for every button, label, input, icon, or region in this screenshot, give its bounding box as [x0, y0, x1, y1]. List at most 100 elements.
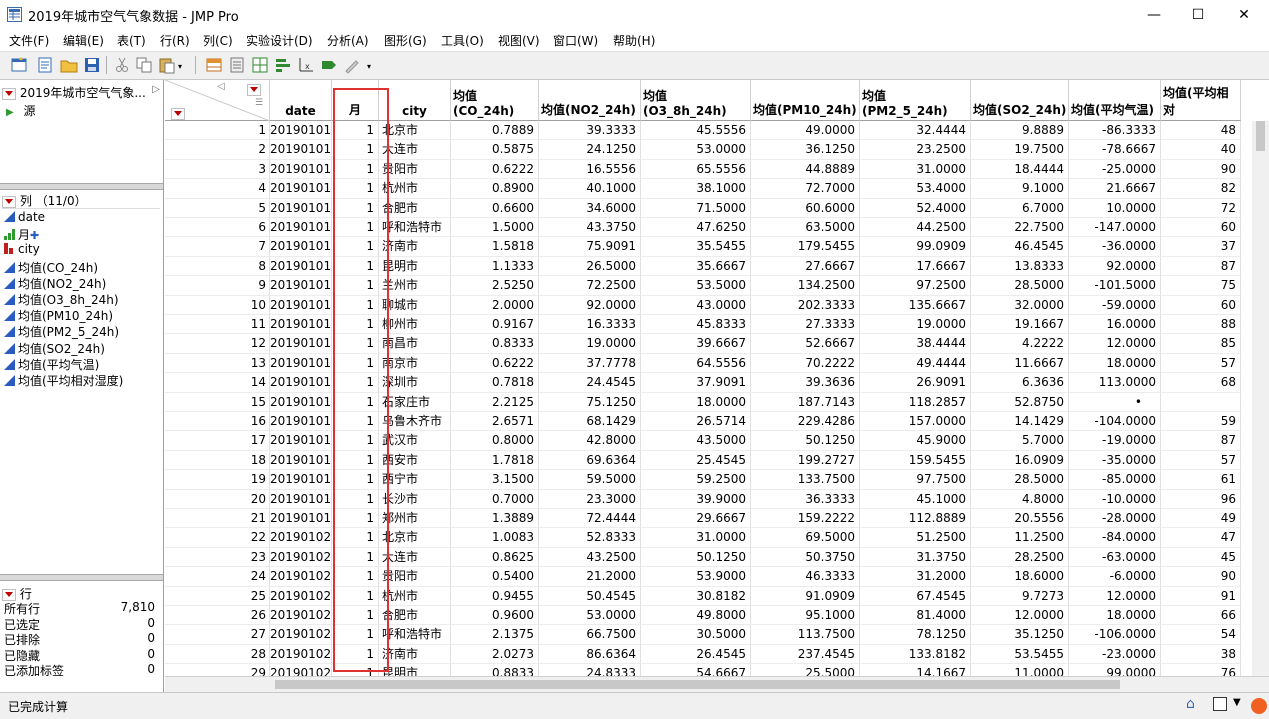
table-cell[interactable]: 1	[332, 567, 379, 587]
table-cell[interactable]: 44.8889	[751, 159, 860, 180]
table-cell[interactable]: 86.6364	[539, 644, 641, 665]
row-number[interactable]: 23	[165, 547, 270, 568]
table-cell[interactable]: 47	[1161, 528, 1241, 548]
graph-builder-icon[interactable]	[343, 56, 361, 74]
table-cell[interactable]: 12.0000	[1069, 586, 1161, 606]
table-cell[interactable]: 18.4444	[971, 159, 1069, 180]
table-cell[interactable]: 1	[332, 295, 379, 315]
table-cell[interactable]: -86.3333	[1069, 121, 1161, 141]
table-cell[interactable]: 157.0000	[860, 412, 971, 432]
table-cell[interactable]: 31.0000	[860, 159, 971, 180]
table-cell[interactable]: 63.5000	[751, 218, 860, 238]
column-header[interactable]: 均值(SO2_24h)	[971, 80, 1069, 121]
table-cell[interactable]: 18.6000	[971, 567, 1069, 587]
table-cell[interactable]: 65.5556	[641, 159, 751, 180]
table-cell[interactable]: -10.0000	[1069, 489, 1161, 509]
table-cell[interactable]: 20190101	[270, 140, 332, 160]
table-cell[interactable]	[1161, 392, 1241, 412]
table-cell[interactable]: 159.5455	[860, 450, 971, 471]
table-cell[interactable]: 135.6667	[860, 295, 971, 315]
table-cell[interactable]: 133.8182	[860, 644, 971, 665]
table-cell[interactable]: 乌鲁木齐市	[379, 412, 451, 432]
copy-icon[interactable]	[135, 56, 153, 74]
table-cell[interactable]: 39.3636	[751, 373, 860, 393]
table-cell[interactable]: 51.2500	[860, 528, 971, 548]
columns-panel-header[interactable]: 列 （11/0）	[2, 192, 160, 209]
table-cell[interactable]: 呼和浩特市	[379, 625, 451, 645]
table-cell[interactable]: 27.3333	[751, 315, 860, 335]
table-cell[interactable]: 1	[332, 412, 379, 432]
table-panel-header[interactable]: 2019年城市空气气象... ▷	[2, 84, 160, 100]
table-cell[interactable]: 16.0000	[1069, 315, 1161, 335]
table-cell[interactable]: 0.7818	[451, 373, 539, 393]
menu-table[interactable]: 表(T)	[117, 32, 146, 49]
toolbar-more-dropdown-icon[interactable]: ▾	[367, 62, 371, 71]
table-cell[interactable]: 10.0000	[1069, 198, 1161, 218]
table-cell[interactable]: -78.6667	[1069, 140, 1161, 160]
table-cell[interactable]: 1	[332, 606, 379, 626]
table-cell[interactable]: 187.7143	[751, 392, 860, 412]
row-number[interactable]: 24	[165, 567, 270, 587]
table-cell[interactable]: 199.2727	[751, 450, 860, 471]
columns-hotspot-icon[interactable]	[2, 195, 16, 208]
column-list-item[interactable]: date	[4, 210, 45, 224]
table-cell[interactable]: -84.0000	[1069, 528, 1161, 548]
table-cell[interactable]: 78.1250	[860, 625, 971, 645]
table-cell[interactable]: 59	[1161, 412, 1241, 432]
table-cell[interactable]: 1	[332, 547, 379, 568]
table-cell[interactable]: 0.8000	[451, 431, 539, 451]
menu-edit[interactable]: 编辑(E)	[63, 32, 104, 49]
table-cell[interactable]: 1	[332, 334, 379, 354]
table-cell[interactable]: 34.6000	[539, 198, 641, 218]
table-cell[interactable]: 4.2222	[971, 334, 1069, 354]
row-number[interactable]: 8	[165, 256, 270, 277]
table-cell[interactable]: 6.3636	[971, 373, 1069, 393]
table-cell[interactable]: 9.7273	[971, 586, 1069, 606]
table-cell[interactable]: 37.9091	[641, 373, 751, 393]
table-cell[interactable]: 81.4000	[860, 606, 971, 626]
table-cell[interactable]: 69.5000	[751, 528, 860, 548]
table-cell[interactable]: 20190101	[270, 489, 332, 509]
table-cell[interactable]: 40.1000	[539, 179, 641, 199]
table-cell[interactable]: 23.3000	[539, 489, 641, 509]
table-cell[interactable]: 50.3750	[751, 547, 860, 568]
table-cell[interactable]: 1.0083	[451, 528, 539, 548]
table-cell[interactable]: 90	[1161, 159, 1241, 180]
table-cell[interactable]: 1	[332, 625, 379, 645]
column-list-item[interactable]: 月✚	[4, 226, 39, 243]
collapse-arrow-icon[interactable]: ▷	[152, 84, 160, 95]
vertical-scrollbar[interactable]	[1252, 121, 1269, 676]
table-cell[interactable]: 97.7500	[860, 470, 971, 490]
table-cell[interactable]: 87	[1161, 431, 1241, 451]
table-cell[interactable]: 60	[1161, 218, 1241, 238]
table-cell[interactable]: 53.0000	[641, 140, 751, 160]
table-cell[interactable]: 0.7000	[451, 489, 539, 509]
column-list-item[interactable]: city	[4, 242, 40, 256]
table-cell[interactable]: 20190102	[270, 644, 332, 665]
column-header[interactable]: date	[270, 80, 332, 121]
table-cell[interactable]: 45.5556	[641, 121, 751, 141]
table-cell[interactable]: 大连市	[379, 140, 451, 160]
table-cell[interactable]: 9.8889	[971, 121, 1069, 141]
table-cell[interactable]: 20190101	[270, 237, 332, 257]
horizontal-scroll-thumb[interactable]	[275, 680, 1120, 689]
horizontal-scrollbar[interactable]	[165, 676, 1269, 693]
table-cell[interactable]: 60.6000	[751, 198, 860, 218]
table-cell[interactable]: 合肥市	[379, 606, 451, 626]
table-cell[interactable]: 36.1250	[751, 140, 860, 160]
table-cell[interactable]: 16.5556	[539, 159, 641, 180]
table-cell[interactable]: 11.2500	[971, 528, 1069, 548]
table-cell[interactable]: 昆明市	[379, 256, 451, 277]
table-cell[interactable]: 25.4545	[641, 450, 751, 471]
table-cell[interactable]: 20190101	[270, 295, 332, 315]
table-cell[interactable]: 113.0000	[1069, 373, 1161, 393]
table-cell[interactable]: 1	[332, 256, 379, 277]
table-cell[interactable]: 24.4545	[539, 373, 641, 393]
table-cell[interactable]: 26.5000	[539, 256, 641, 277]
table-cell[interactable]: 20.5556	[971, 509, 1069, 529]
table-cell[interactable]: 武汉市	[379, 431, 451, 451]
data-table-icon[interactable]	[205, 56, 223, 74]
table-cell[interactable]: 26.9091	[860, 373, 971, 393]
table-cell[interactable]: 20190101	[270, 334, 332, 354]
table-cell[interactable]: 1	[332, 353, 379, 374]
